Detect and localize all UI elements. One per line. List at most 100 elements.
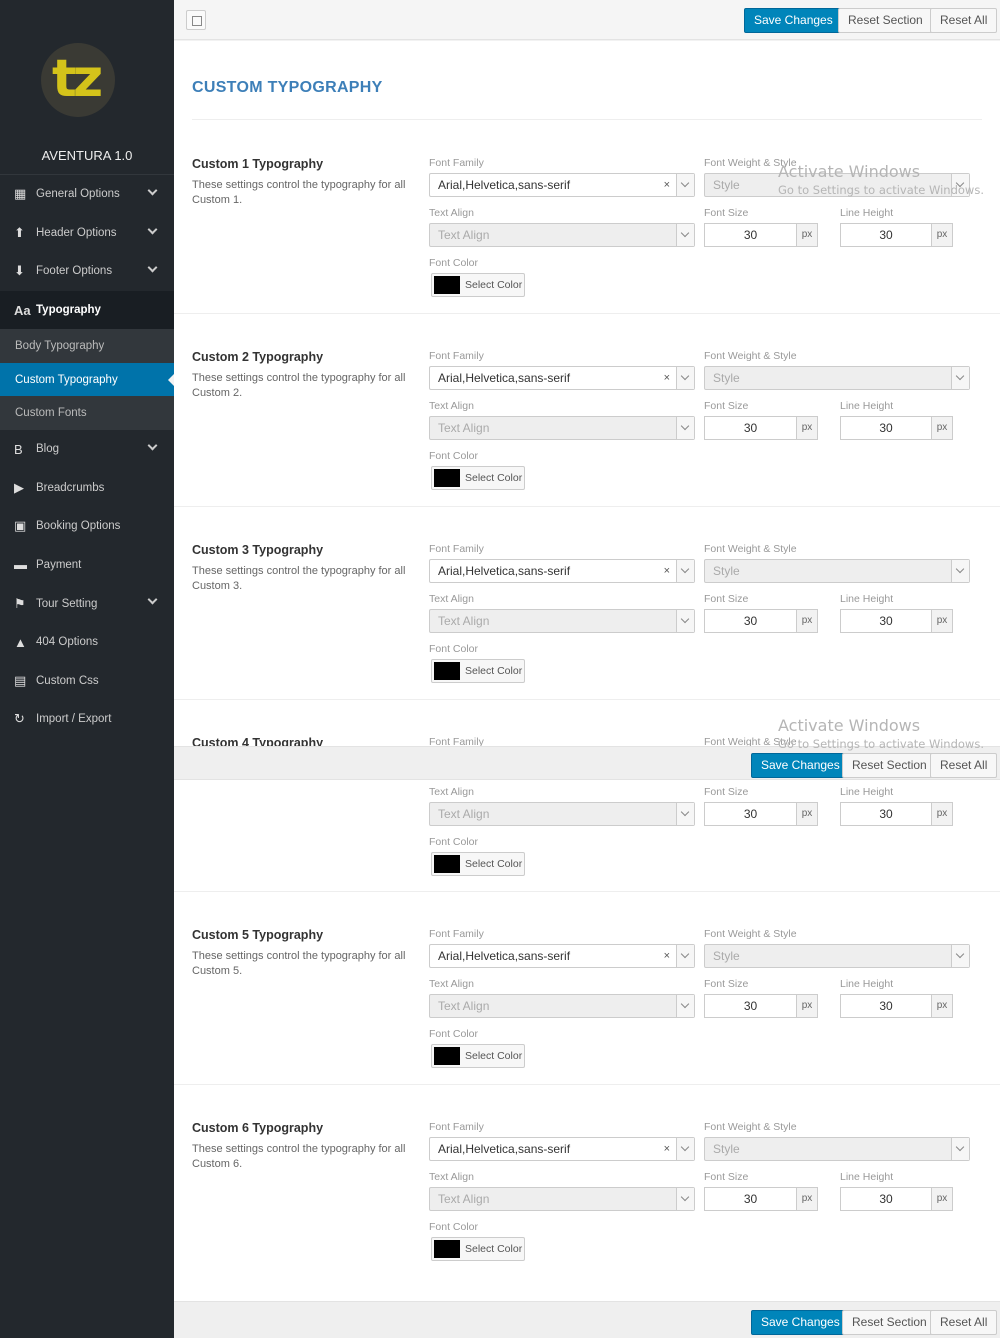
select-color-button[interactable]: Select Color	[431, 1237, 525, 1261]
font-size-input[interactable]: 30	[704, 1187, 797, 1211]
footer-toolbar: Save Changes Reset Section Reset All	[174, 1301, 1000, 1338]
font-family-label: Font Family	[429, 928, 484, 940]
font-weight-select[interactable]: Style	[704, 1137, 970, 1161]
chevron-down-icon[interactable]	[676, 610, 694, 632]
font-weight-select[interactable]: Style	[704, 173, 970, 197]
chevron-down-icon[interactable]	[676, 945, 694, 967]
reset-all-button[interactable]: Reset All	[930, 8, 998, 33]
chevron-down-icon[interactable]	[951, 367, 969, 389]
text-align-select[interactable]: Text Align	[429, 802, 695, 826]
select-color-button[interactable]: Select Color	[431, 466, 525, 490]
select-color-button[interactable]: Select Color	[431, 1044, 525, 1068]
bold-b-icon: B	[14, 441, 23, 457]
line-height-input[interactable]: 30	[840, 994, 932, 1018]
text-align-select[interactable]: Text Align	[429, 994, 695, 1018]
text-align-select[interactable]: Text Align	[429, 1187, 695, 1211]
footer-reset-section-button[interactable]: Reset Section	[842, 1310, 937, 1335]
text-align-select[interactable]: Text Align	[429, 416, 695, 440]
select-color-button[interactable]: Select Color	[431, 273, 525, 297]
chevron-down-icon[interactable]	[147, 594, 158, 605]
submenu-item-custom-fonts[interactable]: Custom Fonts	[0, 396, 174, 430]
font-color-label: Font Color	[429, 836, 479, 848]
clear-icon[interactable]: ×	[664, 560, 670, 582]
font-size-input[interactable]: 30	[704, 609, 797, 633]
sidebar-item-404-options[interactable]: ▲ 404 Options	[0, 623, 174, 662]
submenu-item-body-typography[interactable]: Body Typography	[0, 329, 174, 363]
font-size-input[interactable]: 30	[704, 223, 797, 247]
sticky-save-changes-button[interactable]: Save Changes	[751, 753, 850, 778]
font-weight-select[interactable]: Style	[704, 559, 970, 583]
font-family-select[interactable]: Arial,Helvetica,sans-serif ×	[429, 366, 695, 390]
sidebar-item-blog[interactable]: B Blog	[0, 430, 174, 469]
chevron-down-icon[interactable]	[147, 440, 158, 451]
font-color-label: Font Color	[429, 450, 479, 462]
font-size-input[interactable]: 30	[704, 802, 797, 826]
chevron-down-icon[interactable]	[951, 174, 969, 196]
chevron-down-icon[interactable]	[676, 995, 694, 1017]
chevron-down-icon[interactable]	[676, 1138, 694, 1160]
select-color-button[interactable]: Select Color	[431, 852, 525, 876]
chevron-down-icon[interactable]	[147, 262, 158, 273]
top-toolbar: Save Changes Reset Section Reset All	[174, 0, 1000, 40]
sidebar-item-footer-options[interactable]: ⬇ Footer Options	[0, 252, 174, 291]
footer-save-changes-button[interactable]: Save Changes	[751, 1310, 850, 1335]
sidebar-item-payment[interactable]: ▬ Payment	[0, 546, 174, 585]
font-family-select[interactable]: Arial,Helvetica,sans-serif ×	[429, 944, 695, 968]
sidebar-item-typography[interactable]: Aa Typography	[0, 290, 174, 330]
font-size-input[interactable]: 30	[704, 416, 797, 440]
sidebar-item-tour-setting[interactable]: ⚑ Tour Setting	[0, 584, 174, 623]
clear-icon[interactable]: ×	[664, 174, 670, 196]
sidebar-item-general-options[interactable]: ▦ General Options	[0, 175, 174, 214]
clear-icon[interactable]: ×	[664, 945, 670, 967]
text-align-select[interactable]: Text Align	[429, 223, 695, 247]
chevron-down-icon[interactable]	[676, 417, 694, 439]
chevron-down-icon[interactable]	[147, 224, 158, 235]
reset-section-button[interactable]: Reset Section	[838, 8, 933, 33]
expand-options-icon[interactable]	[186, 10, 206, 30]
sidebar-item-header-options[interactable]: ⬆ Header Options	[0, 214, 174, 253]
sidebar-item-custom-css[interactable]: ▤ Custom Css	[0, 661, 174, 700]
font-size-unit: px	[796, 609, 818, 633]
line-height-input[interactable]: 30	[840, 609, 932, 633]
chevron-down-icon[interactable]	[676, 224, 694, 246]
sticky-reset-section-button[interactable]: Reset Section	[842, 753, 937, 778]
sidebar-item-import-export[interactable]: ↻ Import / Export	[0, 700, 174, 739]
clear-icon[interactable]: ×	[664, 367, 670, 389]
chevron-down-icon[interactable]	[951, 945, 969, 967]
font-family-select[interactable]: Arial,Helvetica,sans-serif ×	[429, 173, 695, 197]
submenu-item-custom-typography[interactable]: Custom Typography	[0, 362, 174, 397]
chevron-down-icon[interactable]	[951, 560, 969, 582]
color-swatch	[434, 469, 460, 487]
sticky-reset-all-button[interactable]: Reset All	[930, 753, 998, 778]
chevron-down-icon[interactable]	[676, 560, 694, 582]
sidebar-item-breadcrumbs[interactable]: ▶ Breadcrumbs	[0, 468, 174, 507]
text-align-select[interactable]: Text Align	[429, 609, 695, 633]
font-family-select[interactable]: Arial,Helvetica,sans-serif ×	[429, 1137, 695, 1161]
line-height-input[interactable]: 30	[840, 223, 932, 247]
select-color-button[interactable]: Select Color	[431, 659, 525, 683]
chevron-down-icon[interactable]	[676, 367, 694, 389]
line-height-input[interactable]: 30	[840, 416, 932, 440]
footer-reset-all-button[interactable]: Reset All	[930, 1310, 998, 1335]
font-size-input[interactable]: 30	[704, 994, 797, 1018]
chevron-down-icon[interactable]	[951, 1138, 969, 1160]
line-height-input[interactable]: 30	[840, 1187, 932, 1211]
chevron-down-icon[interactable]	[676, 803, 694, 825]
font-family-select[interactable]: Arial,Helvetica,sans-serif ×	[429, 559, 695, 583]
clear-icon[interactable]: ×	[664, 1138, 670, 1160]
line-height-input[interactable]: 30	[840, 802, 932, 826]
refresh-icon: ↻	[14, 711, 25, 727]
chevron-down-icon[interactable]	[147, 185, 158, 196]
chevron-down-icon[interactable]	[676, 174, 694, 196]
chevron-down-icon[interactable]	[676, 1188, 694, 1210]
text-align-label: Text Align	[429, 593, 474, 605]
save-changes-button[interactable]: Save Changes	[744, 8, 843, 33]
font-weight-value: Style	[713, 1142, 740, 1156]
font-family-label: Font Family	[429, 350, 484, 362]
select-color-label: Select Color	[465, 858, 523, 870]
css-icon: ▤	[14, 672, 27, 688]
font-size-unit: px	[796, 1187, 818, 1211]
sidebar-item-booking-options[interactable]: ▣ Booking Options	[0, 507, 174, 546]
font-weight-select[interactable]: Style	[704, 944, 970, 968]
font-weight-select[interactable]: Style	[704, 366, 970, 390]
